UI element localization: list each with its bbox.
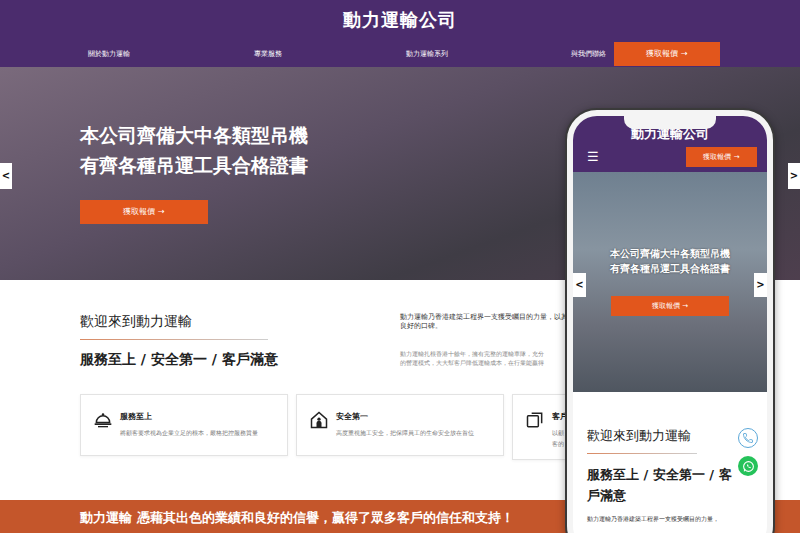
detail-line: 的營運模式，大大幫客戶降低運輸成本，在行業能贏得 [400,358,575,367]
intro-line: 良好的口碑。 [400,322,575,331]
phone-welcome-subtitle: 服務至上 / 安全第一 / 客戶滿意 [587,464,735,506]
phone-mockup: 動力運輸公司 ☰ 獲取報價 → 本公司齊備大中各類型吊機有齊各種吊運工具合格證書… [565,108,775,533]
feature-title: 服務至上 [120,411,258,422]
feature-card: 服務至上將顧客要求視為企業立足的根本，嚴格把控服務質量 [80,394,288,456]
feature-desc-line: 高度重視施工安全，把保障員工的生命安全放在首位 [336,427,474,438]
feature-desc: 將顧客要求視為企業立足的根本，嚴格把控服務質量 [120,427,258,438]
customer-icon [525,407,545,427]
phone-hero-button[interactable]: 獲取報價 → [611,296,729,316]
menu-button[interactable]: ☰ [587,150,599,164]
nav-item[interactable]: 專業服務 [254,49,406,59]
service-icon [93,407,113,427]
phone-hero-headline: 本公司齊備大中各類型吊機 [610,246,730,261]
site-title[interactable]: 動力運輸公司 [343,9,457,31]
phone-prev-button[interactable]: < [573,273,586,297]
phone-next-button[interactable]: > [754,273,767,297]
title-rule [80,339,268,340]
quote-button[interactable]: 獲取報價 → [614,42,720,66]
nav-item[interactable]: 與我們聯絡 [571,49,614,59]
nav-item[interactable]: 動力運輸系列 [406,49,571,59]
nav-item[interactable]: 關於動力運輸 [88,49,254,59]
feature-desc: 高度重視施工安全，把保障員工的生命安全放在首位 [336,427,474,438]
phone-quote-button[interactable]: 獲取報價 → [686,147,757,167]
prev-slide-button[interactable]: < [0,163,12,189]
welcome-subtitle: 服務至上 / 安全第一 / 客戶滿意 [80,351,400,367]
phone-hero-headline: 有齊各種吊運工具合格證書 [610,261,730,276]
whatsapp-icon[interactable] [738,456,758,476]
phone-title-rule [587,453,697,454]
hero-quote-button[interactable]: 獲取報價 → [80,200,208,224]
main-nav: 關於動力運輸專業服務動力運輸系列與我們聯絡獲取報價 → [0,40,800,67]
feature-title: 安全第一 [336,411,474,422]
safety-icon [309,407,329,427]
intro-line: 動力運輸乃香港建築工程界一支獲受矚目的力量，以其卓 [400,313,575,322]
phone-call-icon[interactable] [738,428,758,448]
detail-line: 動力運輸扎根香港十餘年，擁有完整的運輸車隊，充分 [400,349,575,358]
feature-text: 安全第一高度重視施工安全，把保障員工的生命安全放在首位 [336,407,474,445]
next-slide-button[interactable]: > [788,163,800,189]
feature-desc-line: 將顧客要求視為企業立足的根本，嚴格把控服務質量 [120,427,258,438]
welcome-title: 歡迎來到動力運輸 [80,313,400,329]
feature-text: 服務至上將顧客要求視為企業立足的根本，嚴格把控服務質量 [120,407,258,445]
phone-welcome-title: 歡迎來到動力運輸 [587,428,753,444]
phone-hero: 本公司齊備大中各類型吊機有齊各種吊運工具合格證書 獲取報價 → < > [573,172,767,392]
site-header: 動力運輸公司 [0,0,800,40]
phone-intro: 動力運輸乃香港建築工程界一支獲受矚目的力量， [587,515,753,523]
phone-notch [624,116,716,129]
feature-card: 安全第一高度重視施工安全，把保障員工的生命安全放在首位 [296,394,504,456]
